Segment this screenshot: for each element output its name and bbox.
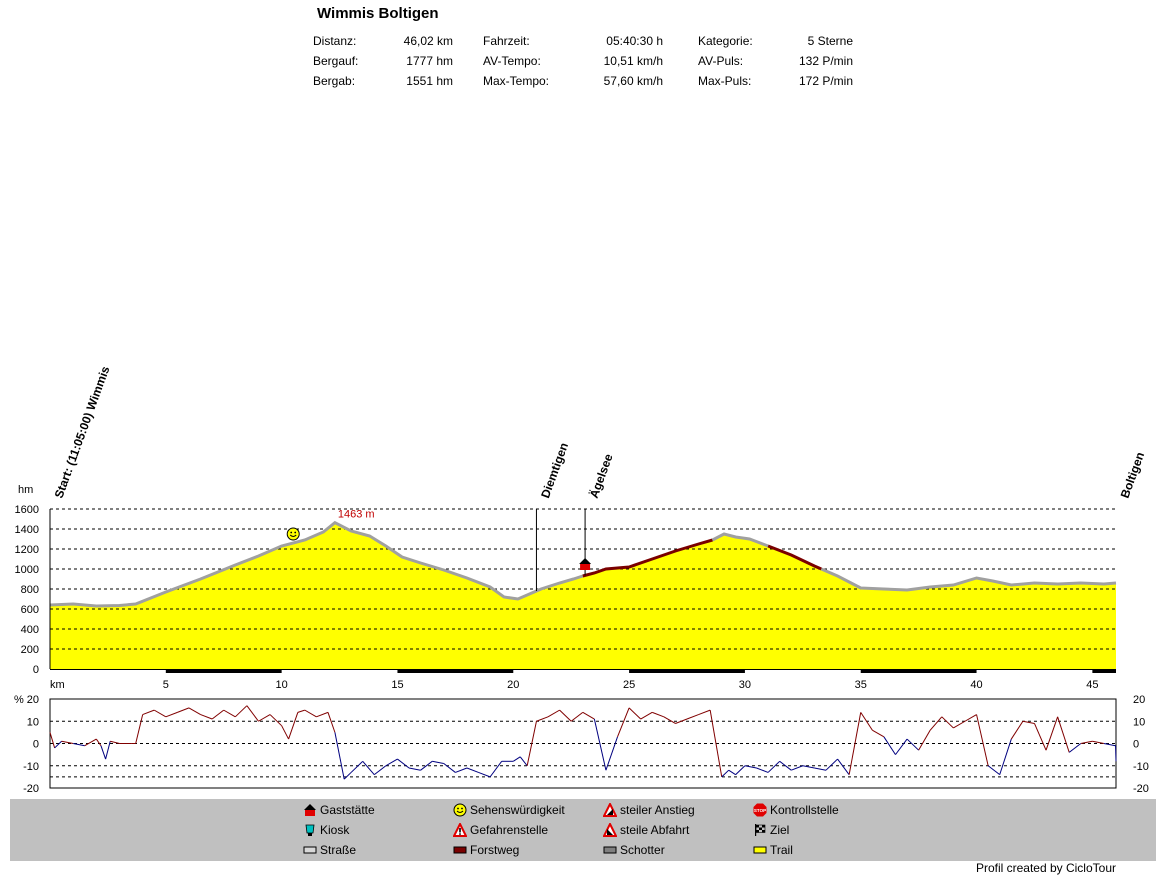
- km-tick-label: 20: [507, 679, 519, 691]
- forest-road-swatch-icon: [453, 843, 467, 857]
- legend-label: Straße: [320, 842, 356, 858]
- gradient-tick-label-left: -20: [23, 783, 39, 795]
- road-swatch-icon: [303, 843, 317, 857]
- waypoint-label: Ägelsee: [586, 451, 616, 500]
- smiley-icon: [453, 803, 467, 817]
- gradient-tick-label-right: 0: [1133, 739, 1139, 751]
- legend-label: Ziel: [770, 822, 789, 838]
- km-tick-label: 45: [1086, 679, 1098, 691]
- gradient-tick-label-left: 0: [33, 739, 39, 751]
- smiley-eye: [290, 532, 292, 534]
- gradient-tick-label-left: -10: [23, 761, 39, 773]
- elevation-tick-label: 1400: [15, 524, 39, 536]
- km-tick-label: 40: [970, 679, 982, 691]
- finish-flag-icon: [753, 823, 767, 837]
- svg-text:STOP: STOP: [754, 808, 766, 813]
- legend-label: steile Abfahrt: [620, 822, 689, 838]
- km-scale-segment: [861, 669, 977, 673]
- smiley-face: [287, 528, 299, 540]
- kiosk-icon: [303, 823, 317, 837]
- peak-label: 1463 m: [338, 509, 375, 521]
- legend-label: Gefahrenstelle: [470, 822, 548, 838]
- km-scale-segment: [397, 669, 513, 673]
- stop-sign-icon: STOP: [753, 803, 767, 817]
- gravel-swatch-icon: [603, 843, 617, 857]
- gradient-tick-label-right: -20: [1133, 783, 1149, 795]
- km-tick-label: 5: [163, 679, 169, 691]
- legend-label: Forstweg: [470, 842, 519, 858]
- km-tick-label: 25: [623, 679, 635, 691]
- legend-label: Schotter: [620, 842, 665, 858]
- km-scale-segment: [629, 669, 745, 673]
- gradient-tick-label-right: 10: [1133, 716, 1145, 728]
- elevation-tick-label: 600: [21, 604, 39, 616]
- legend-label: Gaststätte: [320, 802, 375, 818]
- km-tick-label: 10: [276, 679, 288, 691]
- gradient-tick-label-right: 20: [1133, 694, 1145, 706]
- legend-label: steiler Anstieg: [620, 802, 695, 818]
- km-tick-label: 30: [739, 679, 751, 691]
- waypoint-label: Diemtigen: [538, 441, 571, 500]
- elevation-tick-label: 0: [33, 664, 39, 676]
- km-tick-label: 15: [391, 679, 403, 691]
- legend: Gaststätte Sehenswürdigkeit steiler Anst…: [10, 799, 1156, 861]
- gradient-tick-label-right: -10: [1133, 761, 1149, 773]
- elevation-gradient-chart: 02004006008001000120014001600hmkm5101520…: [0, 0, 1166, 800]
- elevation-tick-label: 1000: [15, 564, 39, 576]
- elevation-axis-label: hm: [18, 484, 33, 496]
- gaststaette-icon: [303, 803, 317, 817]
- km-axis-label: km: [50, 679, 65, 691]
- legend-label: Kiosk: [320, 822, 349, 838]
- legend-label: Kontrollstelle: [770, 802, 839, 818]
- elevation-tick-label: 200: [21, 644, 39, 656]
- elevation-tick-label: 400: [21, 624, 39, 636]
- km-tick-label: 35: [855, 679, 867, 691]
- steep-climb-icon: [603, 803, 617, 817]
- trail-swatch-icon: [753, 843, 767, 857]
- elevation-tick-label: 1600: [15, 504, 39, 516]
- km-scale-segment: [166, 669, 282, 673]
- gaststaette-house: [580, 564, 590, 570]
- waypoint-label: Boltigen: [1118, 450, 1148, 500]
- legend-label: Sehenswürdigkeit: [470, 802, 565, 818]
- warning-icon: [453, 823, 467, 837]
- gradient-axis-label: %: [14, 694, 24, 706]
- legend-label: Trail: [770, 842, 793, 858]
- elevation-tick-label: 800: [21, 584, 39, 596]
- elevation-tick-label: 1200: [15, 544, 39, 556]
- smiley-eye: [294, 532, 296, 534]
- credit-text: Profil created by CicloTour: [976, 861, 1116, 875]
- km-scale-segment: [1092, 669, 1116, 673]
- gradient-tick-label-left: 20: [27, 694, 39, 706]
- smiley-icon: [287, 528, 299, 540]
- gradient-tick-label-left: 10: [27, 716, 39, 728]
- waypoint-label: Start: (11:05:00) Wimmis: [52, 364, 113, 500]
- steep-descent-icon: [603, 823, 617, 837]
